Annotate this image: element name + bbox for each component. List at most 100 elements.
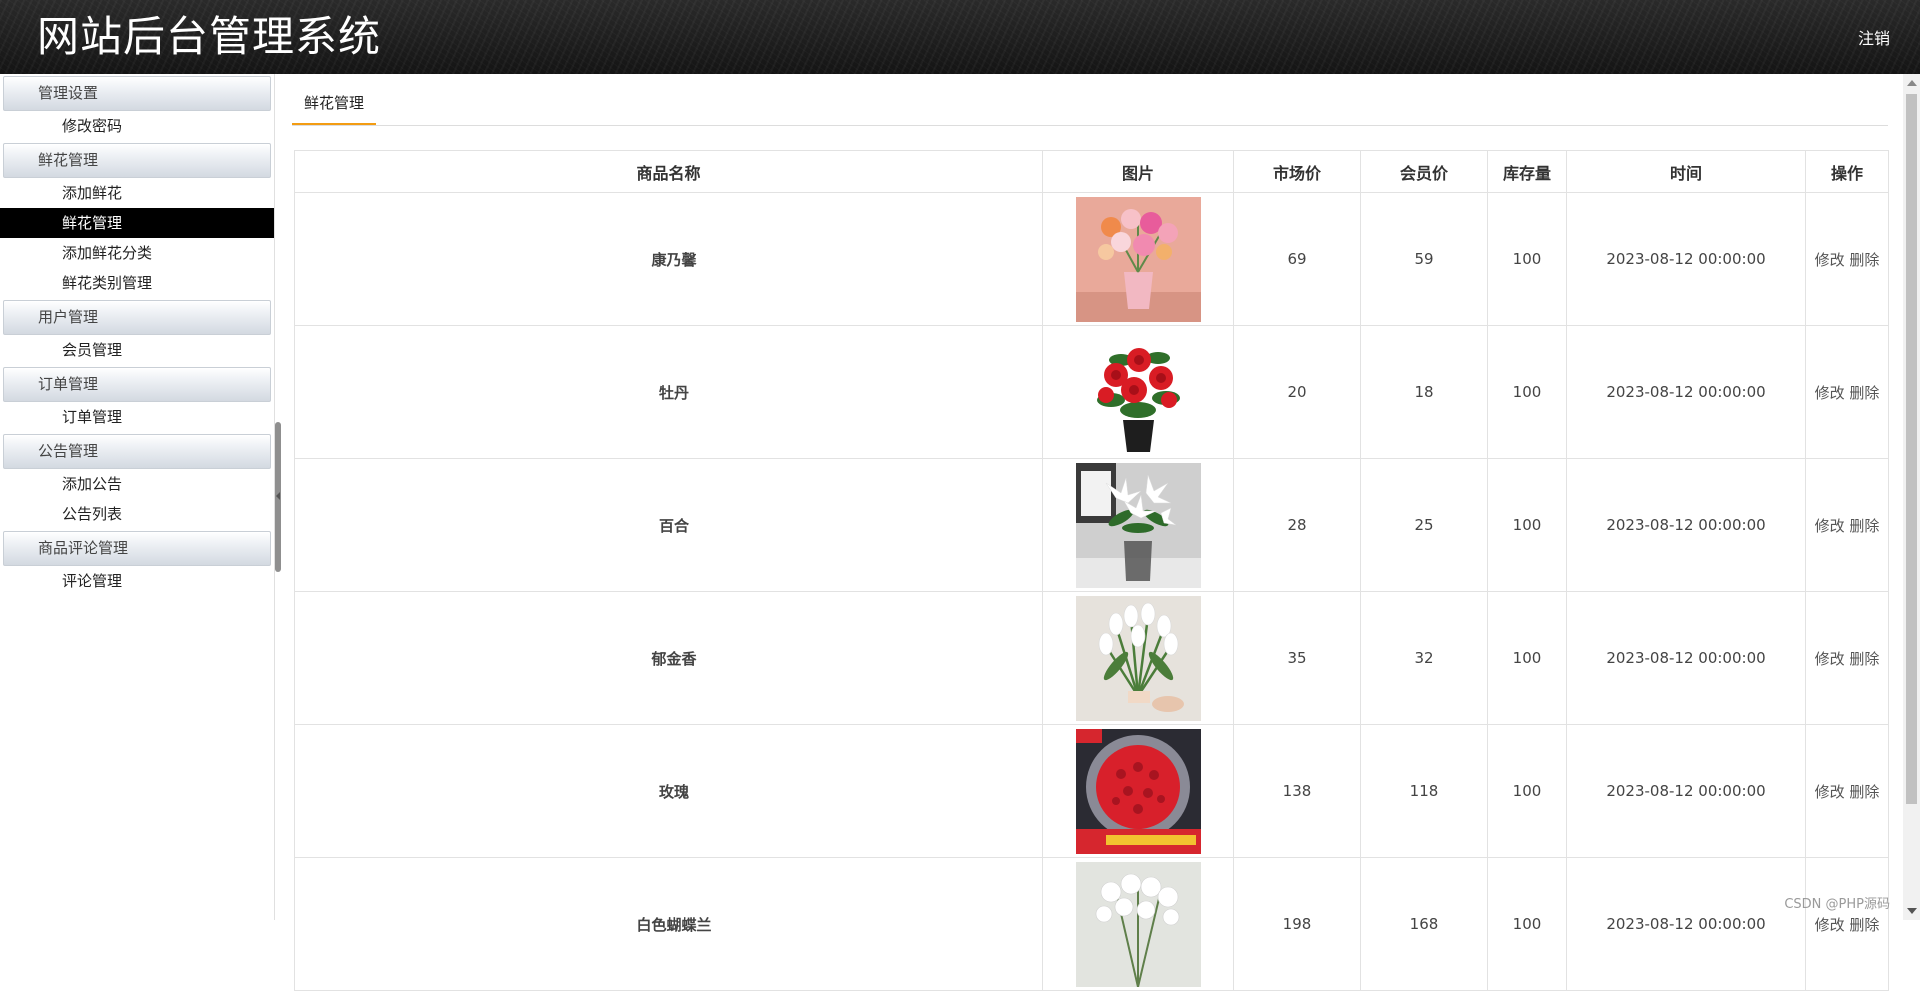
market-price: 28 (1233, 458, 1361, 592)
sidebar-item-category-management[interactable]: 鲜花类别管理 (0, 268, 274, 298)
product-thumbnail (1075, 728, 1201, 854)
table-header-row: 商品名称 图片 市场价 会员价 库存量 时间 操作 (294, 150, 1889, 193)
row-actions: 修改 删除 (1805, 857, 1889, 991)
sidebar-item-members[interactable]: 会员管理 (0, 335, 274, 365)
sidebar-item-notice-list[interactable]: 公告列表 (0, 499, 274, 529)
scrollbar-thumb[interactable] (1906, 94, 1917, 804)
stock: 100 (1487, 591, 1567, 725)
top-header: 网站后台管理系统 注销 (0, 0, 1920, 74)
main-content: 鲜花管理 商品名称 图片 市场价 会员价 库存量 时间 操作 康乃馨 69 59… (282, 74, 1902, 991)
tab-flower-management[interactable]: 鲜花管理 (292, 90, 377, 125)
sidebar-item-add-flower[interactable]: 添加鲜花 (0, 178, 274, 208)
tab-bar: 鲜花管理 (292, 74, 1888, 126)
delete-link[interactable]: 删除 (1849, 783, 1879, 801)
scroll-up-icon[interactable] (1907, 80, 1917, 86)
group-header[interactable]: 管理设置 (3, 76, 271, 111)
row-actions: 修改 删除 (1805, 591, 1889, 725)
edit-link[interactable]: 修改 (1815, 650, 1845, 668)
member-price: 118 (1360, 724, 1488, 858)
market-price: 198 (1233, 857, 1361, 991)
sidebar-group-flowers: 鲜花管理 添加鲜花 鲜花管理 添加鲜花分类 鲜花类别管理 (0, 143, 274, 298)
delete-link[interactable]: 删除 (1849, 517, 1879, 535)
edit-link[interactable]: 修改 (1815, 384, 1845, 402)
stock: 100 (1487, 458, 1567, 592)
product-name: 郁金香 (294, 591, 1043, 725)
product-image-cell (1042, 591, 1234, 725)
stock: 100 (1487, 724, 1567, 858)
member-price: 168 (1360, 857, 1488, 991)
collapse-arrow-icon[interactable] (276, 492, 280, 500)
market-price: 69 (1233, 192, 1361, 326)
row-actions: 修改 删除 (1805, 458, 1889, 592)
flower-table: 商品名称 图片 市场价 会员价 库存量 时间 操作 康乃馨 69 59 100 … (294, 150, 1889, 991)
group-header[interactable]: 用户管理 (3, 300, 271, 335)
sidebar-item-add-notice[interactable]: 添加公告 (0, 469, 274, 499)
scroll-down-icon[interactable] (1907, 908, 1917, 914)
table-row: 牡丹 20 18 100 2023-08-12 00:00:00 修改 删除 (294, 325, 1889, 459)
market-price: 138 (1233, 724, 1361, 858)
table-row: 百合 28 25 100 2023-08-12 00:00:00 修改 删除 (294, 458, 1889, 592)
group-header[interactable]: 订单管理 (3, 367, 271, 402)
group-header[interactable]: 商品评论管理 (3, 531, 271, 566)
product-name: 百合 (294, 458, 1043, 592)
sidebar-item-comments[interactable]: 评论管理 (0, 566, 274, 596)
product-thumbnail (1075, 861, 1201, 987)
sidebar-group-users: 用户管理 会员管理 (0, 300, 274, 365)
sidebar-group-comments: 商品评论管理 评论管理 (0, 531, 274, 596)
time: 2023-08-12 00:00:00 (1566, 192, 1806, 326)
sidebar: 管理设置 修改密码 鲜花管理 添加鲜花 鲜花管理 添加鲜花分类 鲜花类别管理 用… (0, 74, 275, 920)
stock: 100 (1487, 857, 1567, 991)
product-thumbnail (1075, 595, 1201, 721)
sidebar-item-flower-management[interactable]: 鲜花管理 (0, 208, 274, 238)
time: 2023-08-12 00:00:00 (1566, 857, 1806, 991)
column-header-market-price: 市场价 (1233, 150, 1361, 193)
column-header-image: 图片 (1042, 150, 1234, 193)
column-header-stock: 库存量 (1487, 150, 1567, 193)
time: 2023-08-12 00:00:00 (1566, 325, 1806, 459)
product-thumbnail (1075, 329, 1201, 455)
column-header-member-price: 会员价 (1360, 150, 1488, 193)
delete-link[interactable]: 删除 (1849, 650, 1879, 668)
edit-link[interactable]: 修改 (1815, 251, 1845, 269)
sidebar-group-notices: 公告管理 添加公告 公告列表 (0, 434, 274, 529)
table-row: 玫瑰 138 118 100 2023-08-12 00:00:00 修改 删除 (294, 724, 1889, 858)
member-price: 18 (1360, 325, 1488, 459)
product-thumbnail (1075, 196, 1201, 322)
delete-link[interactable]: 删除 (1849, 251, 1879, 269)
sidebar-item-add-category[interactable]: 添加鲜花分类 (0, 238, 274, 268)
table-row: 郁金香 35 32 100 2023-08-12 00:00:00 修改 删除 (294, 591, 1889, 725)
row-actions: 修改 删除 (1805, 724, 1889, 858)
edit-link[interactable]: 修改 (1815, 783, 1845, 801)
product-image-cell (1042, 325, 1234, 459)
logout-link[interactable]: 注销 (1858, 25, 1890, 49)
member-price: 25 (1360, 458, 1488, 592)
sidebar-item-change-password[interactable]: 修改密码 (0, 111, 274, 141)
time: 2023-08-12 00:00:00 (1566, 458, 1806, 592)
edit-link[interactable]: 修改 (1815, 517, 1845, 535)
watermark: CSDN @PHP源码 (1784, 897, 1890, 912)
member-price: 32 (1360, 591, 1488, 725)
column-header-actions: 操作 (1805, 150, 1889, 193)
group-header[interactable]: 公告管理 (3, 434, 271, 469)
product-name: 玫瑰 (294, 724, 1043, 858)
sidebar-group-settings: 管理设置 修改密码 (0, 76, 274, 141)
row-actions: 修改 删除 (1805, 325, 1889, 459)
product-name: 白色蝴蝶兰 (294, 857, 1043, 991)
edit-link[interactable]: 修改 (1815, 916, 1845, 934)
member-price: 59 (1360, 192, 1488, 326)
group-header[interactable]: 鲜花管理 (3, 143, 271, 178)
product-thumbnail (1075, 462, 1201, 588)
time: 2023-08-12 00:00:00 (1566, 591, 1806, 725)
delete-link[interactable]: 删除 (1849, 384, 1879, 402)
sidebar-item-orders[interactable]: 订单管理 (0, 402, 274, 432)
stock: 100 (1487, 325, 1567, 459)
product-name: 牡丹 (294, 325, 1043, 459)
product-image-cell (1042, 458, 1234, 592)
row-actions: 修改 删除 (1805, 192, 1889, 326)
product-image-cell (1042, 724, 1234, 858)
market-price: 35 (1233, 591, 1361, 725)
delete-link[interactable]: 删除 (1849, 916, 1879, 934)
page-scrollbar[interactable] (1903, 74, 1920, 920)
site-title: 网站后台管理系统 (37, 12, 382, 61)
product-name: 康乃馨 (294, 192, 1043, 326)
